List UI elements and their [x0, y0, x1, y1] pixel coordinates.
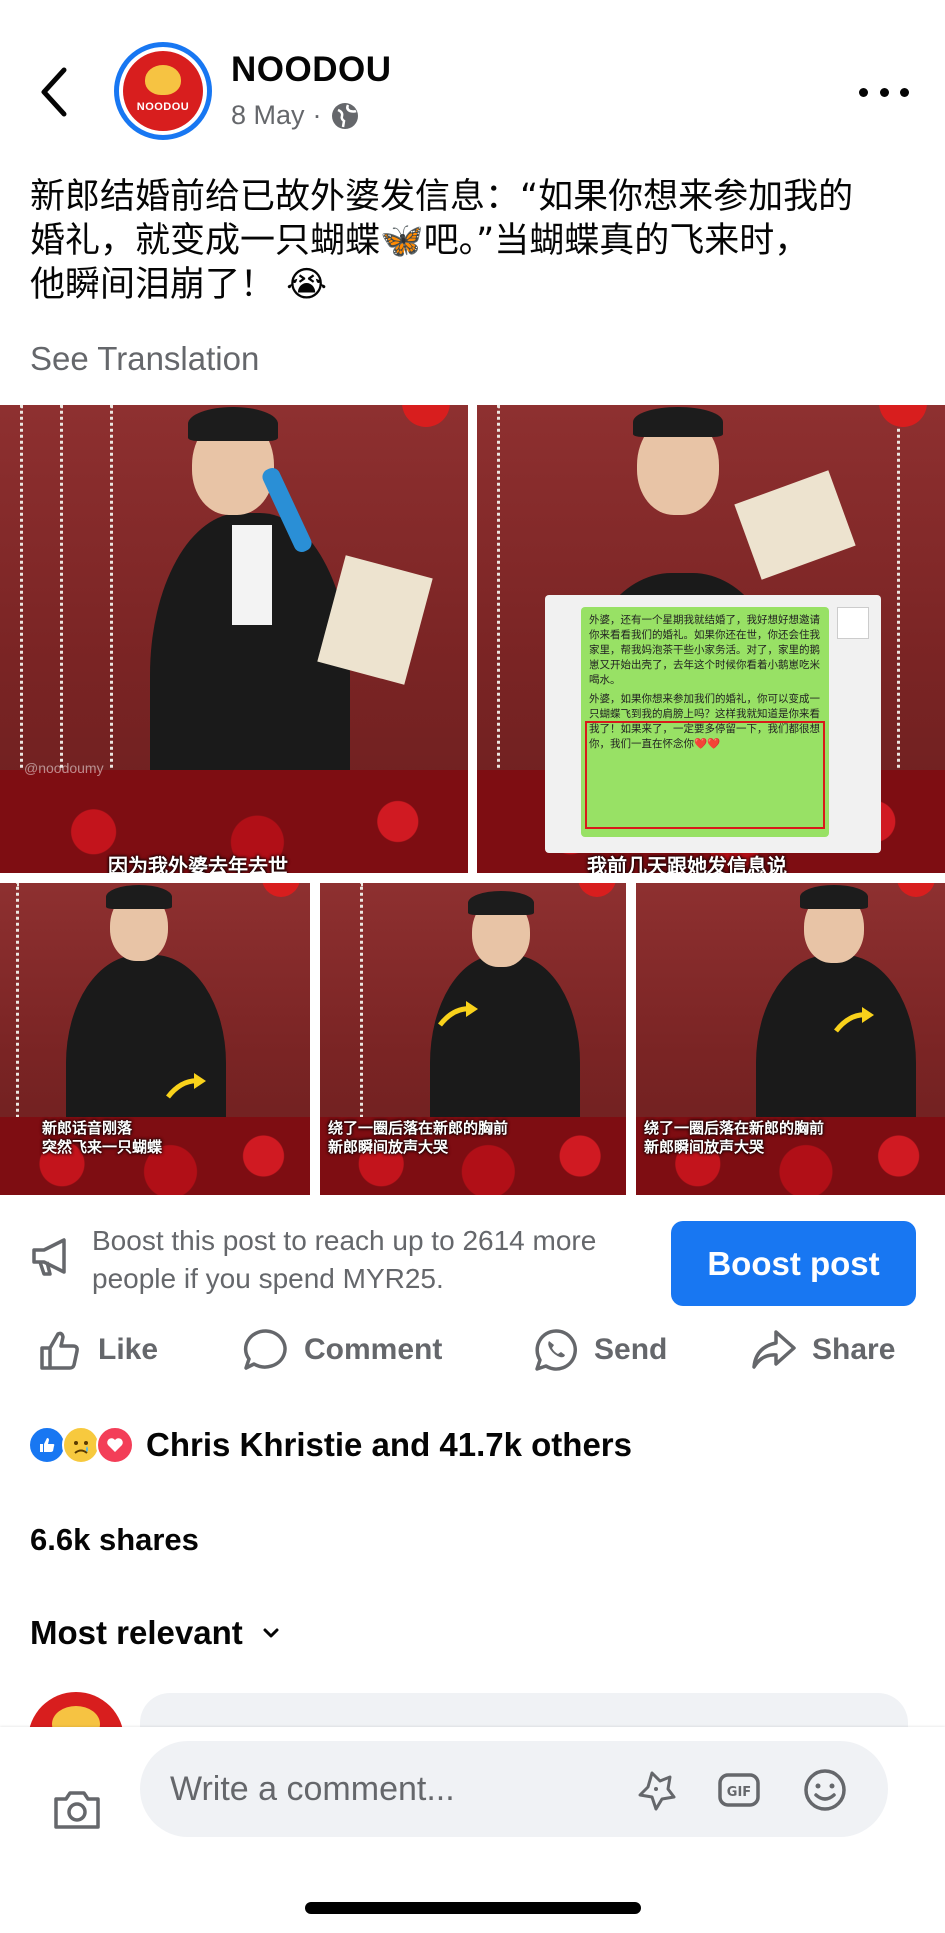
chat-screenshot-overlay: 外婆，还有一个星期我就结婚了，我好想好想邀请你来看看我们的婚礼。如果你还在世，你…: [545, 595, 881, 853]
photo-subtitle: 绕了一圈后落在新郎的胸前 新郎瞬间放声大哭: [328, 1119, 509, 1156]
post-header: NOODOU NOODOU 8 May ·: [0, 0, 945, 160]
sad-reaction-icon: [62, 1426, 100, 1464]
reactions-summary[interactable]: Chris Khristie and 41.7k others: [28, 1422, 632, 1468]
avatar-sticker-icon[interactable]: [632, 1767, 678, 1813]
svg-text:GIF: GIF: [727, 1785, 751, 1800]
comment-composer: GIF: [0, 1727, 945, 1933]
arrow-icon: [834, 1007, 874, 1033]
chat-avatar: [837, 607, 869, 639]
photo-3[interactable]: 新郎话音刚落 突然飞来一只蝴蝶: [0, 883, 310, 1195]
boost-post-button[interactable]: Boost post: [671, 1221, 916, 1306]
post-caption: 新郎结婚前给已故外婆发信息：“如果你想来参加我的 婚礼，就变成一只蝴蝶🦋吧。”当…: [30, 175, 920, 307]
whatsapp-icon: [535, 1329, 577, 1371]
see-translation-link[interactable]: See Translation: [30, 340, 259, 378]
camera-icon[interactable]: [52, 1787, 102, 1833]
comment-text-input[interactable]: [170, 1761, 610, 1817]
comment-bubble-icon: [243, 1329, 287, 1370]
back-button[interactable]: [30, 60, 80, 120]
comment-input-field[interactable]: GIF: [140, 1741, 888, 1837]
comment-sort-dropdown[interactable]: Most relevant: [30, 1614, 281, 1652]
arrow-icon: [438, 1001, 478, 1027]
caption-line: 婚礼，就变成一只蝴蝶🦋吧。”当蝴蝶真的飞来时，: [30, 221, 810, 261]
noodou-logo: NOODOU: [123, 51, 203, 131]
chevron-down-icon: [263, 1628, 279, 1638]
caption-line: 他瞬间泪崩了！ 😭: [30, 265, 328, 305]
share-arrow-icon: [752, 1330, 796, 1369]
arrow-icon: [166, 1073, 206, 1099]
photo-5[interactable]: 绕了一圈后落在新郎的胸前 新郎瞬间放声大哭: [636, 883, 945, 1195]
megaphone-icon: [32, 1238, 66, 1276]
post-meta: 8 May ·: [231, 100, 360, 131]
photo-subtitle: 我前几天跟她发信息说: [587, 854, 787, 873]
meta-separator: ·: [312, 100, 322, 130]
like-reaction-icon: [28, 1426, 66, 1464]
more-dot-icon: [879, 87, 889, 97]
comment-button[interactable]: Comment: [242, 1320, 442, 1380]
photo-1[interactable]: @noodoumy 因为我外婆去年去世: [0, 405, 468, 873]
photo-subtitle: 绕了一圈后落在新郎的胸前 新郎瞬间放声大哭: [644, 1119, 825, 1156]
boost-banner: Boost this post to reach up to 2614 more…: [0, 1210, 945, 1310]
post-actions: Like Comment Send Share: [0, 1320, 945, 1380]
chevron-left-icon: [41, 67, 67, 117]
photo-subtitle: 因为我外婆去年去世: [108, 854, 288, 873]
share-count[interactable]: 6.6k shares: [30, 1522, 199, 1558]
caption-line: 新郎结婚前给已故外婆发信息：“如果你想来参加我的: [30, 177, 854, 217]
share-button[interactable]: Share: [750, 1320, 895, 1380]
love-reaction-icon: [96, 1426, 134, 1464]
more-dot-icon: [859, 87, 868, 97]
post-date[interactable]: 8 May: [231, 100, 305, 131]
home-indicator[interactable]: [305, 1902, 641, 1914]
boost-description: Boost this post to reach up to 2614 more…: [92, 1225, 597, 1294]
more-dot-icon: [900, 87, 909, 97]
page-avatar[interactable]: NOODOU: [114, 42, 212, 140]
like-button[interactable]: Like: [36, 1320, 158, 1380]
globe-icon: [331, 102, 358, 129]
send-button[interactable]: Send: [532, 1320, 667, 1380]
page-name[interactable]: NOODOU: [231, 50, 392, 90]
emoji-icon[interactable]: [802, 1767, 848, 1813]
chat-highlight-box: [585, 721, 825, 829]
watermark-label: @noodoumy: [24, 760, 104, 776]
photo-subtitle: 新郎话音刚落 突然飞来一只蝴蝶: [42, 1119, 163, 1156]
gif-icon[interactable]: GIF: [716, 1767, 762, 1813]
reaction-count-text[interactable]: Chris Khristie and 41.7k others: [146, 1426, 632, 1464]
more-options-button[interactable]: [859, 72, 909, 112]
thumbs-up-icon: [40, 1331, 79, 1370]
photo-4[interactable]: 绕了一圈后落在新郎的胸前 新郎瞬间放声大哭: [320, 883, 626, 1195]
